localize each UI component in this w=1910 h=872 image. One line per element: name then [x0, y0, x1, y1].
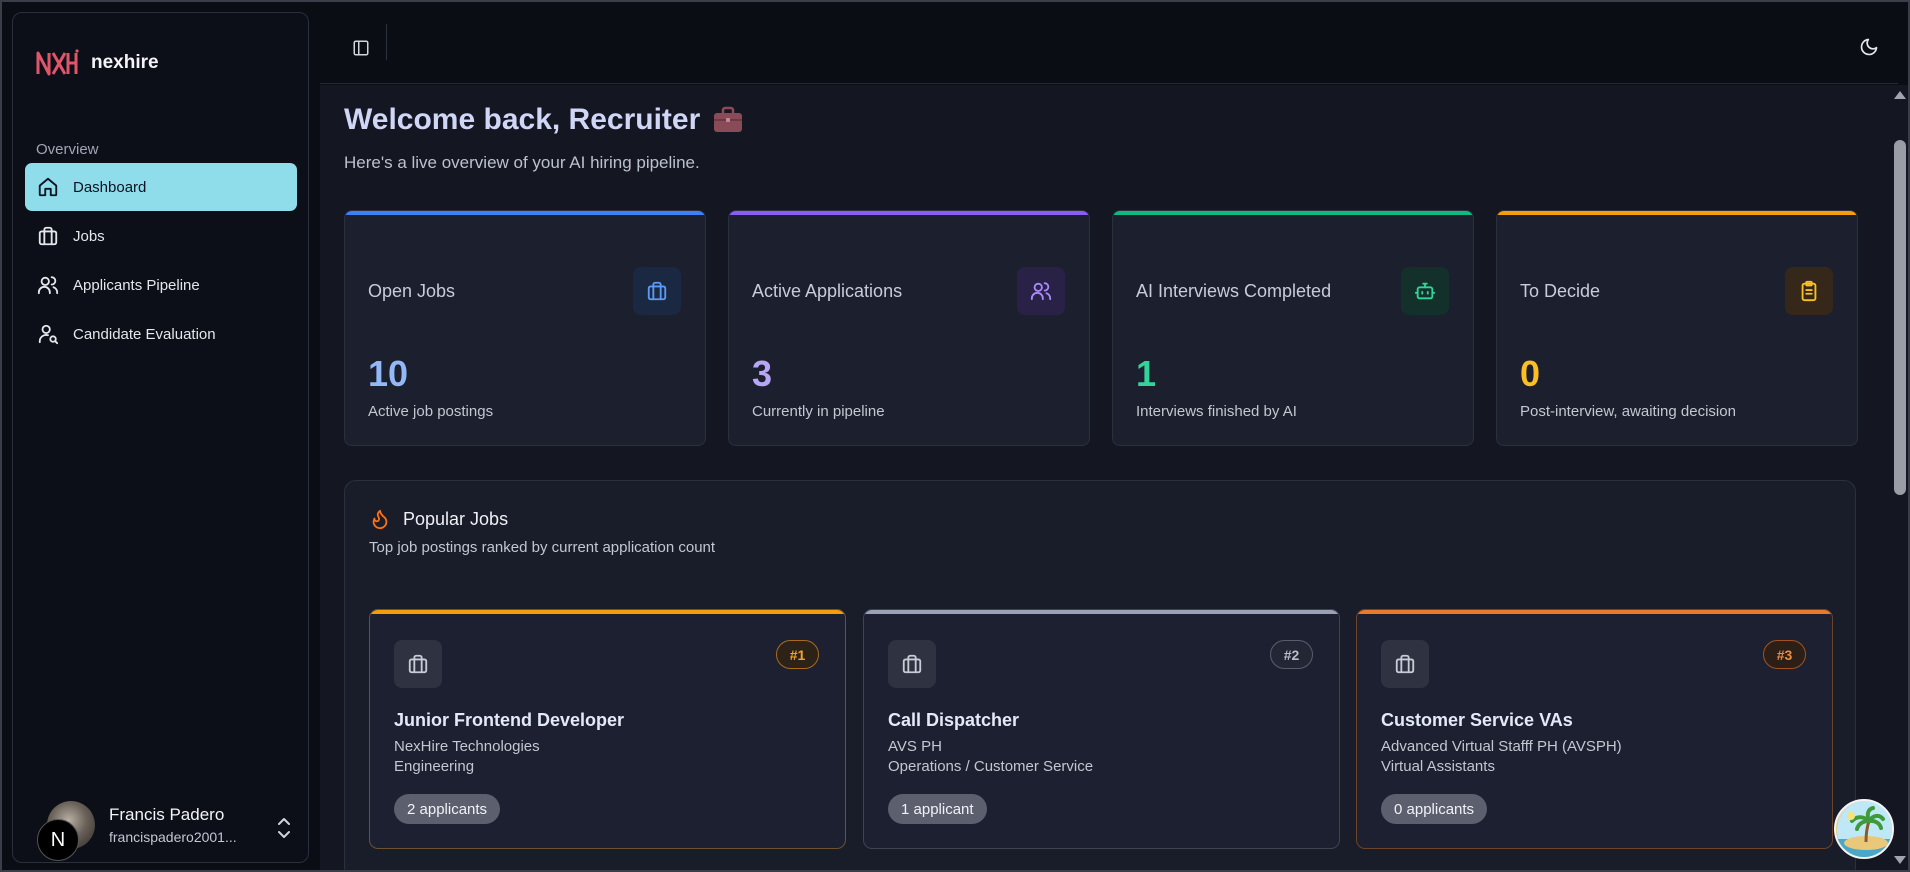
page-title: Welcome back, Recruiter	[344, 103, 744, 137]
job-department: Virtual Assistants	[1381, 758, 1495, 775]
briefcase-icon	[38, 226, 58, 246]
applicant-count-badge: 2 applicants	[394, 794, 501, 824]
stat-icon-box	[1017, 267, 1065, 315]
brand-name: nexhire	[91, 52, 159, 73]
panel-left-icon	[353, 40, 369, 56]
stat-card-active-applications[interactable]: Active Applications 3 Currently in pipel…	[728, 210, 1090, 446]
stat-label: AI Interviews Completed	[1136, 281, 1332, 301]
user-email: francispadero2001...	[109, 829, 237, 845]
briefcase-icon	[408, 654, 428, 674]
job-title[interactable]: Junior Frontend Developer	[394, 710, 624, 731]
popular-jobs-header: Popular Jobs	[369, 507, 508, 531]
nexhire-logo-icon	[36, 49, 79, 76]
scroll-thumb[interactable]	[1894, 140, 1906, 495]
sidebar-item-label: Candidate Evaluation	[73, 325, 216, 343]
robot-icon	[1414, 282, 1436, 300]
popular-jobs-title: Popular Jobs	[403, 508, 509, 529]
sidebar-item-candidate-evaluation[interactable]: Candidate Evaluation	[25, 310, 297, 358]
page-title-text: Welcome back, Recruiter	[344, 103, 701, 136]
users-icon	[37, 276, 59, 295]
stat-card-open-jobs[interactable]: Open Jobs 10 Active job postings	[344, 210, 706, 446]
briefcase-icon	[902, 654, 922, 674]
job-rank-badge: #3	[1763, 640, 1806, 669]
stat-card-to-decide[interactable]: To Decide 0 Post-interview, awaiting dec…	[1496, 210, 1858, 446]
stat-desc: Active job postings	[368, 403, 494, 420]
page-subtitle: Here's a live overview of your AI hiring…	[344, 153, 700, 172]
applicant-count-badge: 1 applicant	[888, 794, 987, 824]
job-card-3[interactable]: #3 Customer Service VAs Advanced Virtual…	[1356, 609, 1833, 849]
stat-desc: Interviews finished by AI	[1136, 403, 1297, 420]
stat-value: 0	[1520, 353, 1541, 394]
stat-value: 1	[1136, 353, 1157, 394]
nav-group-label: Overview	[36, 141, 99, 158]
job-department: Engineering	[394, 758, 475, 775]
stat-desc: Currently in pipeline	[752, 403, 885, 420]
job-company: Advanced Virtual Stafff PH (AVSPH)	[1381, 738, 1622, 755]
sidebar-nav: Dashboard Jobs Applicants Pipeline Candi…	[25, 163, 297, 359]
stat-card-ai-interviews[interactable]: AI Interviews Completed 1 Interviews fin…	[1112, 210, 1474, 446]
stat-desc: Post-interview, awaiting decision	[1520, 403, 1736, 420]
topbar	[320, 12, 1898, 84]
job-icon-box	[1381, 640, 1429, 688]
briefcase-icon	[1395, 654, 1415, 674]
job-accent-bar	[864, 610, 1339, 614]
stat-accent-bar	[729, 211, 1089, 215]
main-scrollbar[interactable]	[1890, 85, 1910, 872]
job-card-1[interactable]: #1 Junior Frontend Developer NexHire Tec…	[369, 609, 846, 849]
home-icon	[38, 177, 58, 197]
sidebar-item-label: Jobs	[73, 227, 105, 245]
users-icon	[1030, 282, 1052, 301]
flame-icon	[372, 509, 388, 530]
popular-jobs-panel: Popular Jobs Top job postings ranked by …	[344, 480, 1856, 872]
job-title[interactable]: Call Dispatcher	[888, 710, 1019, 731]
stat-accent-bar	[345, 211, 705, 215]
applicant-count-badge: 0 applicants	[1381, 794, 1488, 824]
job-department: Operations / Customer Service	[888, 758, 1094, 775]
job-rank-badge: #2	[1270, 640, 1313, 669]
stat-label: To Decide	[1520, 281, 1601, 301]
stat-value: 3	[752, 353, 773, 394]
n-badge[interactable]: N	[37, 819, 79, 861]
main-content: Welcome back, Recruiter Here's a live ov…	[320, 85, 1890, 872]
job-rank-badge: #1	[776, 640, 819, 669]
stat-accent-bar	[1113, 211, 1473, 215]
scroll-up-arrow[interactable]	[1894, 91, 1906, 99]
brand[interactable]: nexhire	[35, 47, 159, 79]
floating-assistant-button[interactable]	[1834, 799, 1894, 859]
stat-icon-box	[1785, 267, 1833, 315]
stat-accent-bar	[1497, 211, 1857, 215]
sidebar-item-applicants-pipeline[interactable]: Applicants Pipeline	[25, 261, 297, 309]
clipboard-icon	[1801, 280, 1817, 302]
sidebar-item-dashboard[interactable]: Dashboard	[25, 163, 297, 211]
sidebar-toggle-button[interactable]	[344, 31, 378, 65]
theme-toggle-button[interactable]	[1852, 30, 1886, 64]
job-accent-bar	[1357, 610, 1832, 614]
briefcase-icon	[647, 281, 667, 301]
job-title[interactable]: Customer Service VAs	[1381, 710, 1573, 731]
sidebar: nexhire Overview Dashboard Jobs Applican…	[12, 12, 309, 863]
scroll-down-arrow[interactable]	[1894, 856, 1906, 864]
job-company: AVS PH	[888, 738, 942, 755]
stat-icon-box	[633, 267, 681, 315]
stat-value: 10	[368, 353, 409, 394]
sidebar-item-label: Applicants Pipeline	[73, 276, 200, 294]
chevrons-up-down-icon[interactable]	[275, 815, 293, 841]
popular-jobs-subtitle: Top job postings ranked by current appli…	[369, 539, 716, 556]
briefcase-emoji	[714, 106, 743, 132]
job-card-2[interactable]: #2 Call Dispatcher AVS PH Operations / C…	[863, 609, 1340, 849]
stat-icon-box	[1401, 267, 1449, 315]
job-accent-bar	[370, 610, 845, 614]
stat-label: Active Applications	[752, 281, 903, 301]
user-menu[interactable]: N Francis Padero francispadero2001...	[35, 789, 297, 861]
sidebar-item-jobs[interactable]: Jobs	[25, 212, 297, 260]
stat-label: Open Jobs	[368, 281, 456, 301]
sidebar-item-label: Dashboard	[73, 178, 147, 196]
moon-icon	[1860, 38, 1878, 56]
topbar-divider	[386, 24, 387, 60]
user-name: Francis Padero	[109, 805, 225, 824]
job-icon-box	[888, 640, 936, 688]
job-company: NexHire Technologies	[394, 738, 540, 755]
user-search-icon	[38, 324, 59, 345]
job-icon-box	[394, 640, 442, 688]
